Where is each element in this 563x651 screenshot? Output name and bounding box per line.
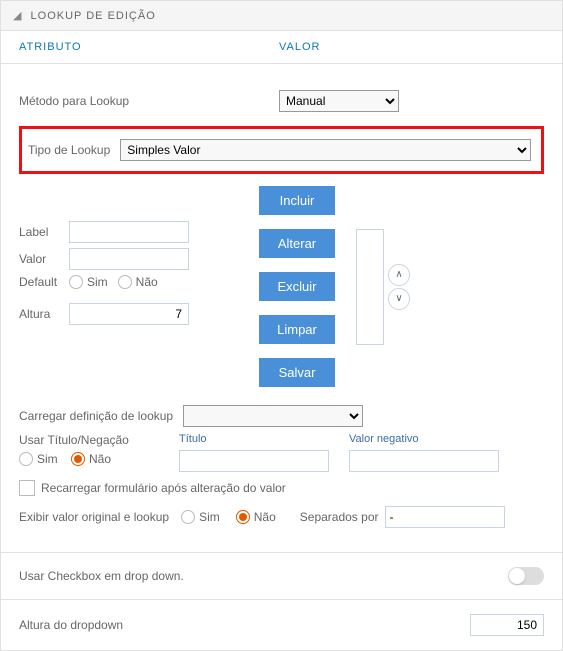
altura-input[interactable] <box>69 303 189 325</box>
exibir-row: Exibir valor original e lookup Sim Não S… <box>19 506 544 528</box>
arrow-group: ∧ ∨ <box>388 264 410 310</box>
label-input[interactable] <box>69 221 189 243</box>
usar-titulo-label: Usar Título/Negação <box>19 433 159 447</box>
valor-input[interactable] <box>69 248 189 270</box>
header-value: VALOR <box>279 41 320 53</box>
button-column: Incluir Alterar Excluir Limpar Salvar <box>259 186 335 387</box>
method-row: Método para Lookup Manual <box>19 90 544 112</box>
incluir-button[interactable]: Incluir <box>259 186 335 215</box>
default-sim-radio[interactable] <box>69 275 83 289</box>
recarregar-row: Recarregar formulário após alteração do … <box>19 480 544 496</box>
label-field-label: Label <box>19 225 69 239</box>
altura-dropdown-input[interactable] <box>470 614 544 636</box>
altura-dropdown-label: Altura do dropdown <box>19 618 123 632</box>
checkbox-dropdown-label: Usar Checkbox em drop down. <box>19 569 184 583</box>
separados-label: Separados por <box>300 510 379 524</box>
collapse-icon[interactable]: ◢ <box>13 10 22 22</box>
panel-header: ◢ LOOKUP DE EDIÇÃO <box>1 1 562 31</box>
method-select[interactable]: Manual <box>279 90 399 112</box>
exibir-nao-radio[interactable] <box>236 510 250 524</box>
usar-titulo-col: Usar Título/Negação Sim Não <box>19 433 159 472</box>
valor-neg-header: Valor negativo <box>349 433 499 445</box>
titulo-negacao-row: Usar Título/Negação Sim Não Título <box>19 433 544 472</box>
altura-label: Altura <box>19 307 69 321</box>
method-label: Método para Lookup <box>19 94 279 108</box>
usar-sim-radio[interactable] <box>19 452 33 466</box>
valor-row: Valor <box>19 248 239 270</box>
default-nao-radio[interactable] <box>118 275 132 289</box>
altura-dropdown-row: Altura do dropdown <box>1 599 562 650</box>
recarregar-checkbox[interactable] <box>19 480 35 496</box>
panel-title: LOOKUP DE EDIÇÃO <box>31 10 156 22</box>
lookup-panel: ◢ LOOKUP DE EDIÇÃO ATRIBUTO VALOR Método… <box>0 0 563 651</box>
valor-neg-input[interactable] <box>349 450 499 472</box>
exibir-sim-radio[interactable] <box>181 510 195 524</box>
exibir-nao-label: Não <box>254 510 276 524</box>
header-attribute: ATRIBUTO <box>19 41 279 53</box>
label-row: Label <box>19 221 239 243</box>
titulo-col: Título <box>179 433 329 472</box>
titulo-header: Título <box>179 433 329 445</box>
salvar-button[interactable]: Salvar <box>259 358 335 387</box>
default-nao-label: Não <box>136 275 158 289</box>
lookup-type-label: Tipo de Lookup <box>28 143 110 157</box>
checkbox-dropdown-row: Usar Checkbox em drop down. <box>1 552 562 599</box>
altura-row: Altura <box>19 303 239 325</box>
move-up-icon[interactable]: ∧ <box>388 264 410 286</box>
panel-body: Método para Lookup Manual Tipo de Lookup… <box>1 64 562 552</box>
titulo-input[interactable] <box>179 450 329 472</box>
left-column: Label Valor Default Sim Não <box>19 186 239 387</box>
items-listbox[interactable] <box>356 229 384 345</box>
usar-nao-radio[interactable] <box>71 452 85 466</box>
recarregar-label: Recarregar formulário após alteração do … <box>41 481 286 495</box>
carregar-label: Carregar definição de lookup <box>19 409 173 423</box>
usar-sim-label: Sim <box>37 452 58 466</box>
default-row: Default Sim Não <box>19 275 239 289</box>
main-columns: Label Valor Default Sim Não <box>19 186 544 387</box>
move-down-icon[interactable]: ∨ <box>388 288 410 310</box>
default-sim-label: Sim <box>87 275 108 289</box>
usar-nao-label: Não <box>89 452 111 466</box>
lookup-type-highlight: Tipo de Lookup Simples Valor <box>19 126 544 174</box>
valor-neg-col: Valor negativo <box>349 433 499 472</box>
lookup-type-select[interactable]: Simples Valor <box>120 139 531 161</box>
carregar-row: Carregar definição de lookup <box>19 405 544 427</box>
limpar-button[interactable]: Limpar <box>259 315 335 344</box>
exibir-label: Exibir valor original e lookup <box>19 510 169 524</box>
carregar-select[interactable] <box>183 405 363 427</box>
exibir-sim-label: Sim <box>199 510 220 524</box>
separados-input[interactable] <box>385 506 505 528</box>
alterar-button[interactable]: Alterar <box>259 229 335 258</box>
table-header-row: ATRIBUTO VALOR <box>1 31 562 64</box>
checkbox-dropdown-toggle[interactable] <box>508 567 544 585</box>
excluir-button[interactable]: Excluir <box>259 272 335 301</box>
default-label: Default <box>19 275 69 289</box>
reorder-column: ∧ ∨ <box>355 186 411 387</box>
valor-field-label: Valor <box>19 252 69 266</box>
